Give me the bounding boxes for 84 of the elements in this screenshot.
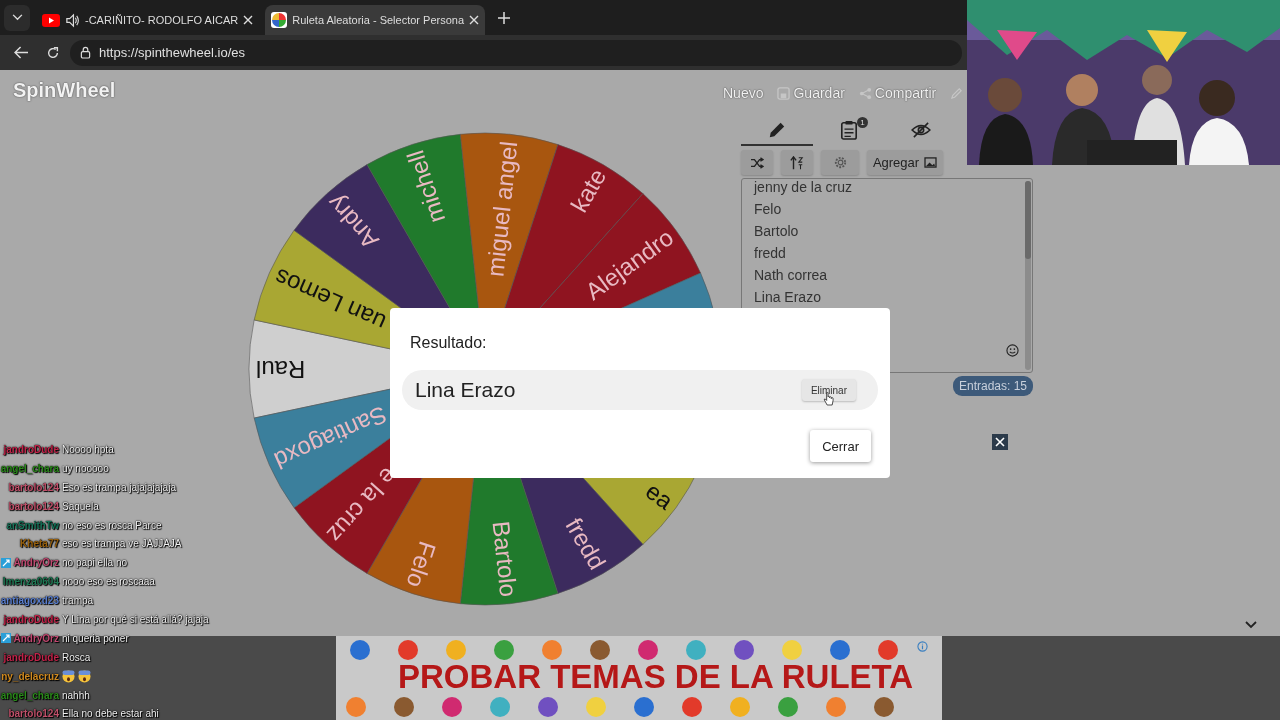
results-tab[interactable]: 1 xyxy=(813,116,885,146)
chat-message: no papi ella no xyxy=(62,557,128,569)
chat-username: jandroDude xyxy=(3,613,59,625)
emoji-icon[interactable] xyxy=(1006,344,1019,357)
info-icon[interactable] xyxy=(917,641,928,652)
scrollbar[interactable] xyxy=(1025,181,1031,370)
lock-icon xyxy=(80,46,91,59)
new-tab-icon[interactable] xyxy=(497,10,512,25)
chat-message: Rosca xyxy=(62,651,91,663)
wheel-label: Felo xyxy=(401,538,442,591)
entry-count-badge: Entradas: 15 xyxy=(952,376,1033,396)
close-button[interactable]: Cerrar xyxy=(810,430,871,462)
clipboard-icon xyxy=(840,120,858,140)
chat-message: trampa xyxy=(62,595,94,607)
wheel-label: Raul xyxy=(256,355,306,383)
close-icon[interactable] xyxy=(992,434,1008,450)
image-icon xyxy=(924,157,938,168)
tab-title: -CARIÑITO- RODOLFO AICAR xyxy=(85,14,239,26)
wheel-label: michell xyxy=(401,147,451,227)
chat-message: eso es trampa ve JAJJAJA xyxy=(62,538,182,550)
entry-text: Nath correa xyxy=(754,266,829,285)
chat-username: bartolo124 xyxy=(8,481,59,493)
entry-text: Bartolo xyxy=(754,222,800,241)
chat-message: Ella no debe estar ahi xyxy=(62,708,159,720)
chat-username: ny_delacruz xyxy=(1,670,59,682)
result-text: Lina Erazo xyxy=(415,378,517,402)
browser-tab[interactable]: Ruleta Aleatoria - Selector Persona xyxy=(265,5,486,35)
close-icon[interactable] xyxy=(243,15,254,25)
pencil-icon xyxy=(768,121,786,139)
tab-title: Ruleta Aleatoria - Selector Persona xyxy=(292,14,465,26)
chevron-down-icon xyxy=(11,14,23,21)
ad-headline: PROBAR TEMAS DE LA RULETA xyxy=(398,658,914,696)
chat-username: jandroDude xyxy=(3,651,59,663)
scream-emoji-icon xyxy=(62,669,75,683)
chat-message: Y Lina por qué si está allá? jajaja xyxy=(62,613,209,625)
chat-username: Kheta77 xyxy=(20,538,59,550)
entry-text: Lina Erazo xyxy=(754,288,822,307)
chat-username: AndryOrz xyxy=(13,557,59,569)
ad-banner[interactable]: PROBAR TEMAS DE LA RULETA xyxy=(336,636,942,720)
remove-button[interactable]: Eliminar xyxy=(801,379,856,401)
chat-username: AndryOrz xyxy=(13,632,59,644)
entry-text: Felo xyxy=(754,200,783,219)
entry-text: fredd xyxy=(754,244,787,263)
wheel-label: miguel angel xyxy=(481,139,523,278)
save-icon xyxy=(777,86,791,100)
wheel-favicon-icon xyxy=(271,12,288,28)
shuffle-button[interactable] xyxy=(741,150,773,175)
chat-username: angel_chara xyxy=(0,462,59,474)
chat-username: jandroDude xyxy=(3,443,59,455)
wheel-label: ea xyxy=(640,477,679,515)
chevron-down-icon[interactable] xyxy=(1245,621,1257,629)
count-badge: 1 xyxy=(857,117,868,128)
chat-message: uy nooooo xyxy=(62,462,109,474)
close-icon[interactable] xyxy=(469,15,480,25)
browser-tab[interactable]: -CARIÑITO- RODOLFO AICAR xyxy=(36,5,260,35)
chat-message: Saquela xyxy=(62,500,99,512)
sort-icon xyxy=(790,155,804,170)
speaker-icon[interactable] xyxy=(65,12,80,28)
address-field[interactable]: https://spinthewheel.io/es xyxy=(70,39,962,66)
scream-emoji-icon xyxy=(78,669,91,683)
sort-button[interactable] xyxy=(781,150,813,175)
chat-username: lmenza0604 xyxy=(2,576,59,588)
wheel-label: Bartolo xyxy=(487,519,523,599)
chat-message: ni queria poner xyxy=(62,632,129,644)
chat-message: Noooo hpta xyxy=(62,443,114,455)
share-icon xyxy=(858,86,872,100)
chat-message: nooo eso es roscaaa xyxy=(62,576,155,588)
video-favicon-icon xyxy=(42,13,60,27)
chat-message: nahhh xyxy=(62,689,90,701)
chat-username: bartolo124 xyxy=(8,708,59,720)
add-image-button[interactable]: Agregar xyxy=(867,150,943,175)
chat-message: Eso es trampa jajajajajaja xyxy=(62,481,176,493)
chat-username: bartolo124 xyxy=(8,500,59,512)
chat-message: no eso es rosca Parce xyxy=(62,519,162,531)
chat-username: antiagoxd23 xyxy=(0,595,59,607)
tab-list-button[interactable] xyxy=(4,4,30,31)
entry-text: jenny de la cruz xyxy=(754,179,854,197)
chat-username: angel_chara xyxy=(0,689,59,701)
eye-slash-icon xyxy=(911,122,931,138)
hand-cursor-icon xyxy=(823,392,834,407)
shuffle-icon xyxy=(750,156,764,169)
chat-username: anSmithTw xyxy=(6,519,59,531)
settings-icon xyxy=(832,155,848,170)
dialog-title: Resultado: xyxy=(410,334,487,352)
